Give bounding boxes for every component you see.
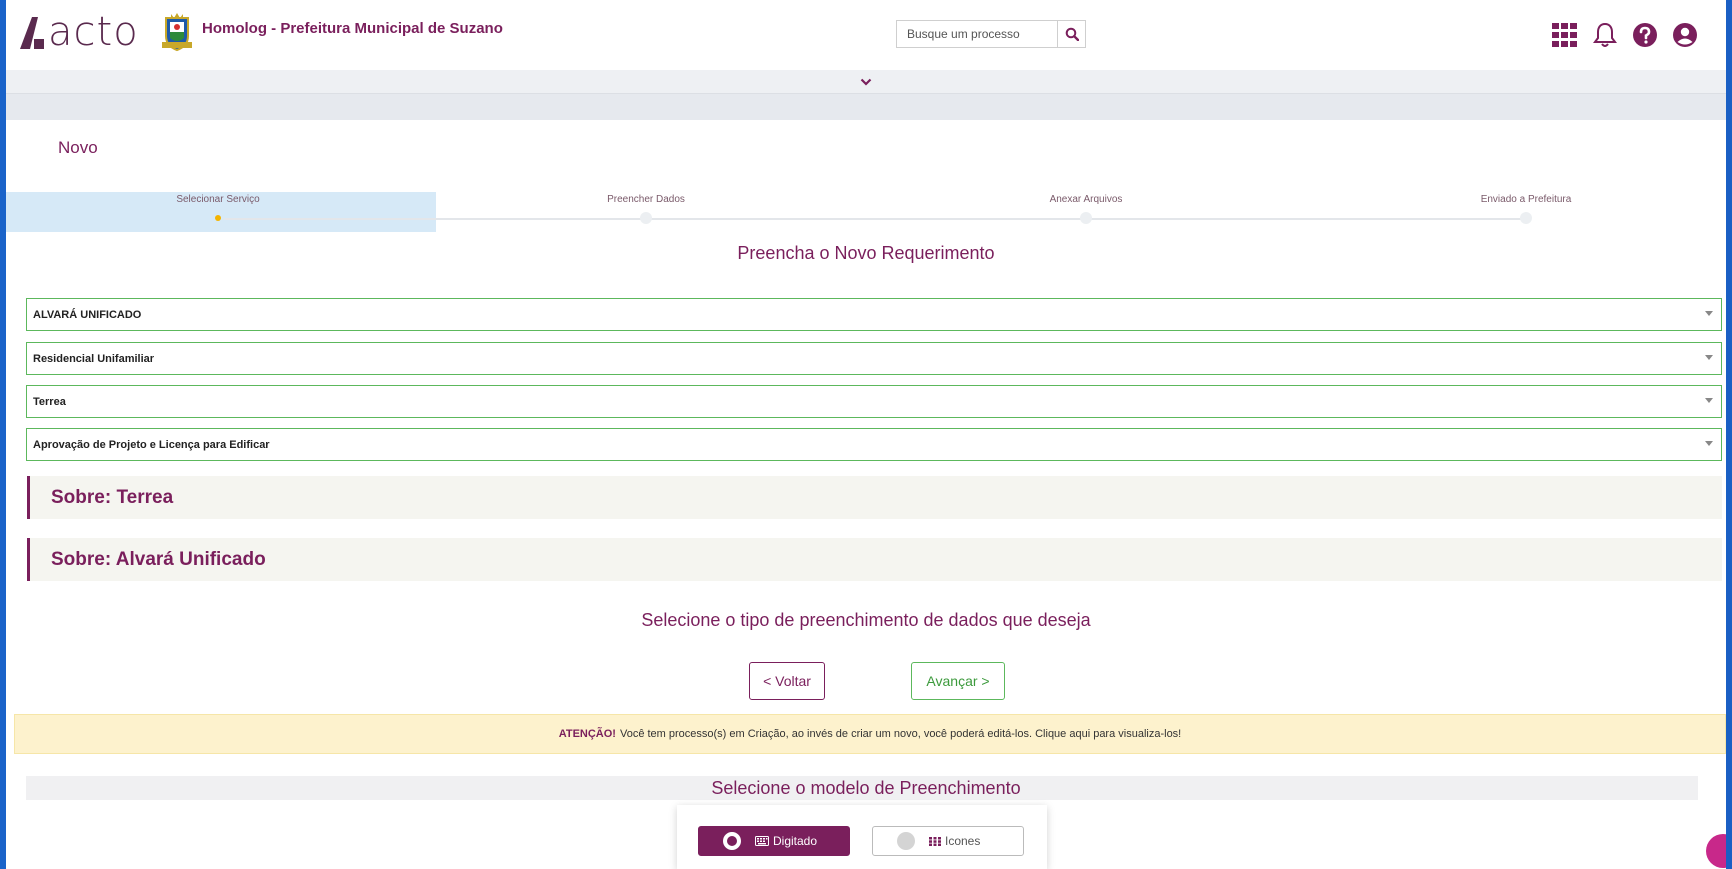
select-value: ALVARÁ UNIFICADO — [33, 308, 142, 321]
header-collapse-toggle[interactable] — [6, 70, 1726, 94]
user-account-icon[interactable] — [1670, 20, 1700, 50]
option-icons-label: Icones — [945, 834, 981, 848]
step-dot-active — [212, 212, 224, 224]
step-label: Preencher Dados — [607, 194, 685, 205]
step-attach-files: Anexar Arquivos — [936, 194, 1236, 224]
model-heading: Selecione o modelo de Preenchimento — [711, 778, 1021, 798]
select-building-type[interactable]: Terrea — [26, 385, 1722, 418]
search-icon — [1065, 27, 1079, 41]
model-toggle-card: Digitado Icones — [677, 805, 1047, 869]
alert-text: Você tem processo(s) em Criação, ao invé… — [619, 728, 1182, 740]
municipal-crest-icon — [160, 12, 194, 52]
select-license-type[interactable]: ALVARÁ UNIFICADO — [26, 298, 1722, 331]
step-dot — [1520, 212, 1532, 224]
caret-down-icon — [1705, 311, 1713, 316]
step-label: Selecionar Serviço — [176, 194, 260, 205]
alert-strong: ATENÇÃO! — [558, 728, 616, 740]
radio-unselected-icon — [897, 832, 915, 850]
option-icons[interactable]: Icones — [872, 826, 1024, 856]
step-fill-data: Preencher Dados — [496, 194, 796, 224]
about-title: Sobre: Terrea — [51, 486, 174, 508]
chevron-down-icon — [860, 78, 872, 86]
about-panel-terrea[interactable]: Sobre: Terrea — [27, 476, 1722, 519]
search-button[interactable] — [1057, 21, 1085, 47]
app-frame: acto Homolog - Prefeitura Municipal de S… — [6, 0, 1726, 869]
apps-grid-icon[interactable] — [1550, 20, 1580, 50]
progress-stepper: Selecionar Serviço Preencher Dados Anexa… — [6, 192, 1726, 232]
stepper-track — [216, 218, 1526, 220]
form-heading: Preencha o Novo Requerimento — [737, 243, 995, 263]
acto-logo-mark-icon — [18, 15, 44, 49]
option-typed-label: Digitado — [773, 834, 818, 848]
step-label: Enviado a Prefeitura — [1480, 194, 1572, 205]
acto-logo[interactable]: acto — [18, 12, 139, 52]
organization-title: Homolog - Prefeitura Municipal de Suzano — [202, 20, 503, 37]
about-title: Sobre: Alvará Unificado — [51, 548, 266, 570]
step-sent: Enviado a Prefeitura — [1376, 194, 1676, 224]
fill-type-heading: Selecione o tipo de preenchimento de dad… — [641, 610, 1091, 630]
option-typed[interactable]: Digitado — [698, 826, 850, 856]
header-actions — [1550, 20, 1700, 50]
select-value: Residencial Unifamiliar — [33, 352, 155, 365]
about-panel-alvara[interactable]: Sobre: Alvará Unificado — [27, 538, 1722, 581]
notifications-bell-icon[interactable] — [1590, 20, 1620, 50]
caret-down-icon — [1705, 398, 1713, 403]
select-use-category[interactable]: Residencial Unifamiliar — [26, 342, 1722, 375]
caret-down-icon — [1705, 355, 1713, 360]
brand-name: acto — [48, 9, 139, 55]
chat-widget-icon[interactable] — [1706, 834, 1726, 868]
page-title: Novo — [58, 138, 98, 157]
step-dot — [1080, 212, 1092, 224]
help-icon[interactable] — [1630, 20, 1660, 50]
step-select-service: Selecionar Serviço — [68, 194, 368, 224]
header-spacer — [6, 94, 1726, 120]
search-input[interactable] — [897, 21, 1057, 47]
grid-icon — [929, 836, 941, 846]
caret-down-icon — [1705, 441, 1713, 446]
select-service[interactable]: Aprovação de Projeto e Licença para Edif… — [26, 428, 1722, 461]
step-dot — [640, 212, 652, 224]
existing-process-alert[interactable]: ATENÇÃO! Você tem processo(s) em Criação… — [14, 714, 1726, 754]
process-search — [896, 20, 1086, 48]
top-header: acto Homolog - Prefeitura Municipal de S… — [6, 0, 1726, 70]
next-button[interactable]: Avançar > — [911, 662, 1005, 700]
step-label: Anexar Arquivos — [1049, 194, 1123, 205]
select-value: Aprovação de Projeto e Licença para Edif… — [33, 438, 270, 451]
radio-selected-icon — [723, 832, 741, 850]
keyboard-icon — [755, 836, 769, 846]
back-button[interactable]: < Voltar — [749, 662, 825, 700]
select-value: Terrea — [33, 395, 66, 408]
